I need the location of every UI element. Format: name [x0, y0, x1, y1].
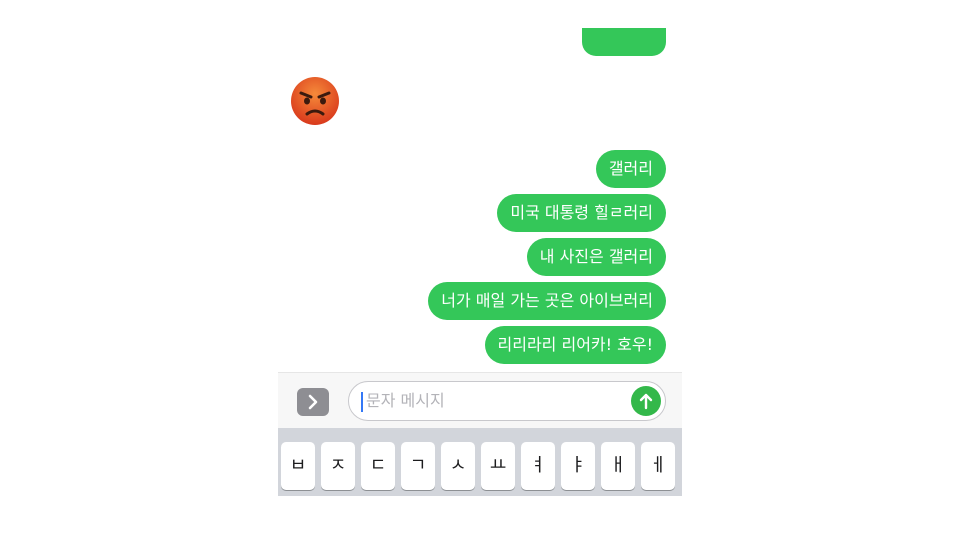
key[interactable]: ㅕ — [521, 442, 555, 490]
korean-keyboard: ㅂ ㅈ ㄷ ㄱ ㅅ ㅛ ㅕ ㅑ ㅐ ㅔ — [278, 428, 682, 496]
send-button[interactable] — [631, 386, 661, 416]
text-cursor — [361, 392, 363, 412]
key[interactable]: ㅔ — [641, 442, 675, 490]
message-bubble[interactable]: 미국 대통령 힐ㄹ러리 — [497, 194, 666, 232]
key[interactable]: ㅐ — [601, 442, 635, 490]
key[interactable]: ㅅ — [441, 442, 475, 490]
key[interactable]: ㅈ — [321, 442, 355, 490]
key[interactable]: ㅑ — [561, 442, 595, 490]
message-bubble[interactable]: 리리라리 리어카! 호우! — [484, 326, 666, 364]
key[interactable]: ㄷ — [361, 442, 395, 490]
previous-message-bubble[interactable] — [582, 28, 666, 56]
apps-button[interactable] — [297, 388, 329, 416]
arrow-up-icon — [639, 393, 653, 410]
compose-bar: 문자 메시지 — [278, 372, 682, 428]
chevron-right-icon — [308, 394, 318, 410]
messages-screen: 갤러리 미국 대통령 힐ㄹ러리 내 사진은 갤러리 너가 매일 가는 곳은 아이… — [278, 0, 682, 496]
key[interactable]: ㅛ — [481, 442, 515, 490]
message-bubble[interactable]: 너가 매일 가는 곳은 아이브러리 — [428, 282, 666, 320]
key[interactable]: ㅂ — [281, 442, 315, 490]
key[interactable]: ㄱ — [401, 442, 435, 490]
message-placeholder: 문자 메시지 — [366, 391, 445, 410]
conversation-view[interactable]: 갤러리 미국 대통령 힐ㄹ러리 내 사진은 갤러리 너가 매일 가는 곳은 아이… — [278, 0, 682, 372]
message-bubble[interactable]: 내 사진은 갤러리 — [526, 238, 666, 276]
message-bubble[interactable]: 갤러리 — [595, 150, 666, 188]
angry-face-icon — [291, 77, 339, 125]
message-input[interactable]: 문자 메시지 — [348, 381, 666, 421]
